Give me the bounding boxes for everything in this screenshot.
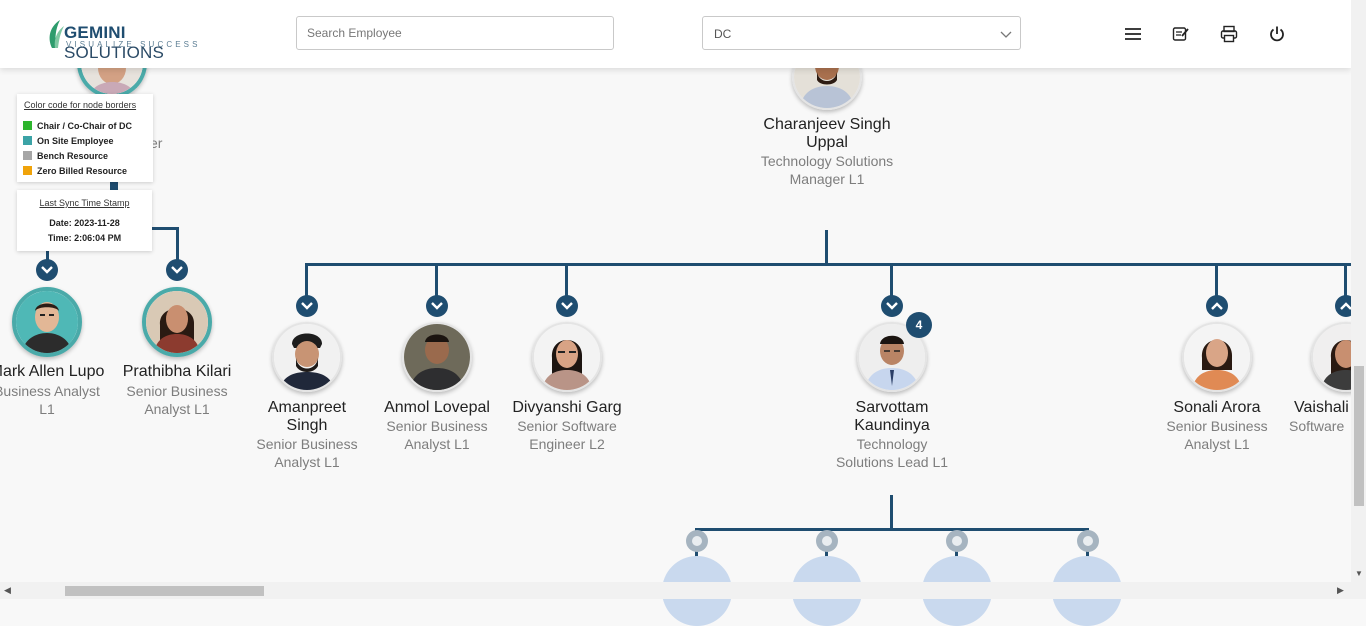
manager-title: Technology Solutions Manager L1 bbox=[760, 153, 894, 187]
reports-count-badge: 4 bbox=[906, 312, 932, 338]
legend-swatch bbox=[23, 121, 32, 130]
toggle-dot-icon bbox=[952, 536, 962, 546]
sync-time: Time: 2:06:04 PM bbox=[47, 233, 122, 243]
employee-name[interactable]: Amanpreet Singh bbox=[247, 399, 367, 435]
department-select-value: DC bbox=[714, 27, 732, 41]
employee-title: Senior Business Analyst L1 bbox=[126, 383, 228, 417]
connector-line bbox=[305, 263, 308, 297]
connector-line bbox=[825, 230, 828, 265]
print-icon[interactable] bbox=[1219, 24, 1239, 44]
chevron-down-icon bbox=[886, 302, 898, 310]
employee-name[interactable]: Sonali Arora bbox=[1157, 399, 1277, 417]
employee-title: Technology Solutions Lead L1 bbox=[835, 436, 949, 470]
partial-node-title: er bbox=[150, 135, 163, 151]
connector-line bbox=[176, 227, 179, 263]
connector-line bbox=[890, 263, 893, 297]
chevron-down-icon bbox=[561, 302, 573, 310]
logo-leaf-icon bbox=[49, 20, 64, 48]
legend-swatch bbox=[23, 136, 32, 145]
avatar[interactable] bbox=[402, 322, 472, 392]
legend-title: Color code for node borders bbox=[24, 100, 137, 110]
expand-toggle[interactable] bbox=[426, 295, 448, 317]
avatar[interactable] bbox=[1182, 322, 1252, 392]
employee-title: Senior Business Analyst L1 bbox=[256, 436, 358, 470]
scroll-right-icon[interactable]: ▶ bbox=[1337, 585, 1344, 596]
sync-timestamp-box: Last Sync Time Stamp Date: 2023-11-28 Ti… bbox=[17, 190, 152, 251]
connector-line bbox=[890, 495, 893, 530]
legend-item: Chair / Co-Chair of DC bbox=[23, 121, 132, 131]
gemini-logo[interactable]: GEMINI SOLUTIONS VISUALIZE SUCCESS bbox=[46, 18, 226, 62]
expand-toggle[interactable] bbox=[1077, 530, 1099, 552]
employee-name[interactable]: Anmol Lovepal bbox=[372, 399, 502, 417]
employee-name[interactable]: Sarvottam Kaundinya bbox=[832, 399, 952, 435]
employee-title: Senior Software Engineer L2 bbox=[517, 418, 617, 452]
employee-name[interactable]: Divyanshi Garg bbox=[502, 399, 632, 417]
legend-swatch bbox=[23, 151, 32, 160]
chevron-down-icon bbox=[431, 302, 443, 310]
expand-toggle[interactable] bbox=[946, 530, 968, 552]
employee-title: Senior Business Analyst L1 bbox=[1166, 418, 1268, 452]
chevron-up-icon bbox=[1211, 302, 1223, 310]
connector-line bbox=[1344, 263, 1347, 297]
vertical-scroll-thumb[interactable] bbox=[1354, 366, 1364, 506]
top-header: GEMINI SOLUTIONS VISUALIZE SUCCESS DC bbox=[0, 0, 1351, 68]
legend-item: Bench Resource bbox=[23, 151, 108, 161]
expand-toggle[interactable] bbox=[36, 259, 58, 281]
connector-line bbox=[695, 528, 1089, 531]
chevron-down-icon bbox=[41, 266, 53, 274]
legend-item: Zero Billed Resource bbox=[23, 166, 127, 176]
expand-toggle[interactable] bbox=[881, 295, 903, 317]
toggle-dot-icon bbox=[1083, 536, 1093, 546]
avatar[interactable] bbox=[272, 322, 342, 392]
legend-item: On Site Employee bbox=[23, 136, 114, 146]
power-icon[interactable] bbox=[1267, 24, 1287, 44]
vertical-scrollbar[interactable]: ▼ bbox=[1351, 0, 1366, 582]
connector-line bbox=[305, 263, 1351, 266]
connector-line bbox=[152, 227, 179, 230]
avatar[interactable] bbox=[532, 322, 602, 392]
expand-toggle[interactable] bbox=[166, 259, 188, 281]
connector-line bbox=[565, 263, 568, 297]
scroll-down-icon[interactable]: ▼ bbox=[1355, 569, 1363, 578]
avatar[interactable] bbox=[12, 287, 82, 357]
chevron-down-icon bbox=[1000, 31, 1012, 38]
connector-line bbox=[110, 182, 118, 190]
expand-toggle[interactable] bbox=[296, 295, 318, 317]
connector-line bbox=[1215, 263, 1218, 297]
search-employee-input[interactable] bbox=[296, 16, 614, 50]
toggle-dot-icon bbox=[822, 536, 832, 546]
border-color-legend: Color code for node borders Chair / Co-C… bbox=[17, 94, 153, 182]
menu-icon[interactable] bbox=[1123, 24, 1143, 44]
employee-title: Business Analyst L1 bbox=[0, 383, 100, 417]
expand-toggle[interactable] bbox=[686, 530, 708, 552]
horizontal-scrollbar[interactable]: ◀ ▶ bbox=[0, 582, 1366, 599]
sync-title: Last Sync Time Stamp bbox=[39, 198, 130, 208]
legend-swatch bbox=[23, 166, 32, 175]
employee-name[interactable]: Mark Allen Lupo bbox=[0, 363, 114, 381]
employee-title: Senior Business Analyst L1 bbox=[386, 418, 488, 452]
chevron-down-icon bbox=[171, 266, 183, 274]
sync-date: Date: 2023-11-28 bbox=[49, 218, 120, 228]
notes-icon[interactable] bbox=[1171, 24, 1191, 44]
expand-toggle[interactable] bbox=[816, 530, 838, 552]
chevron-down-icon bbox=[301, 302, 313, 310]
collapse-toggle[interactable] bbox=[1206, 295, 1228, 317]
employee-name[interactable]: Prathibha Kilari bbox=[112, 363, 242, 381]
expand-toggle[interactable] bbox=[556, 295, 578, 317]
department-select[interactable]: DC bbox=[702, 16, 1021, 50]
scroll-left-icon[interactable]: ◀ bbox=[4, 585, 11, 596]
toggle-dot-icon bbox=[692, 536, 702, 546]
horizontal-scroll-thumb[interactable] bbox=[65, 586, 264, 596]
logo-tagline: VISUALIZE SUCCESS bbox=[66, 40, 201, 49]
manager-name[interactable]: Charanjeev Singh Uppal bbox=[752, 116, 902, 152]
connector-line bbox=[435, 263, 438, 297]
avatar[interactable] bbox=[142, 287, 212, 357]
